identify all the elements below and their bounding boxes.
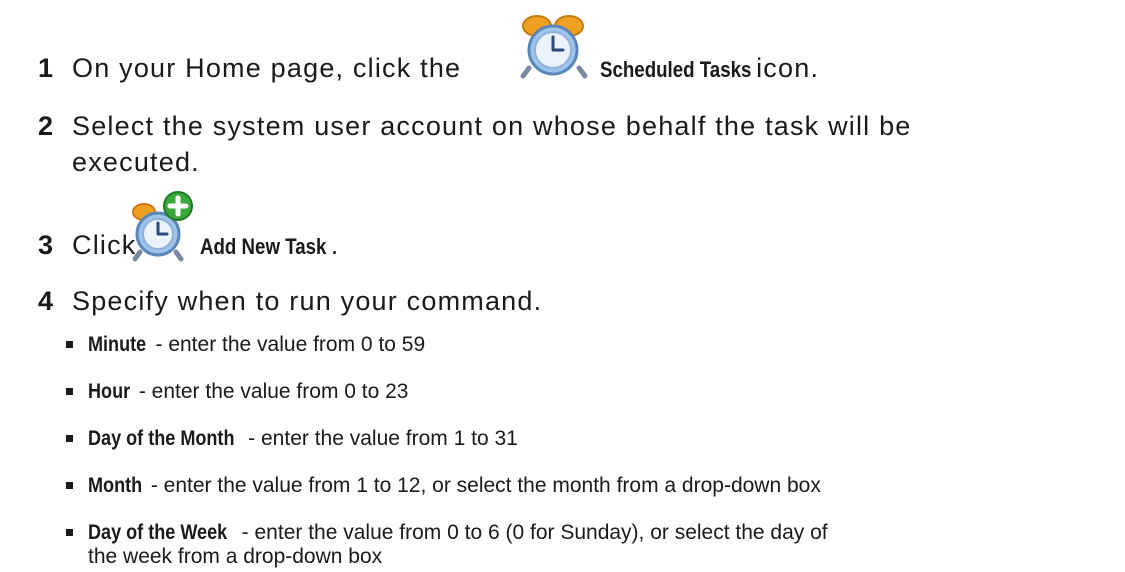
- bullet-term: Minute: [88, 333, 147, 356]
- step-1: 1 On your Home page, click the: [38, 50, 461, 86]
- bullet-day-of-week-line2: the week from a drop-down box: [88, 545, 383, 568]
- step-number: 3: [38, 230, 54, 260]
- add-new-task-label: Add New Task: [200, 234, 327, 259]
- step-3-continued: Add New Task.: [200, 227, 357, 265]
- step-3: 3 Click: [38, 227, 137, 263]
- step-4: 4 Specify when to run your command.: [38, 283, 542, 319]
- alarm-clock-icon: [520, 15, 588, 79]
- step-text-after: .: [330, 230, 340, 260]
- bullet-term: Day of the Month: [88, 427, 235, 450]
- bullet-desc: - enter the value from 0 to 23: [138, 380, 409, 403]
- step-text: Specify when to run your command.: [72, 286, 543, 316]
- bullet-minute: Minute - enter the value from 0 to 59: [66, 330, 426, 360]
- step-1-continued: Scheduled Tasks icon.: [600, 50, 841, 88]
- bullet-desc: - enter the value from 1 to 12, or selec…: [150, 474, 821, 497]
- bullet-desc: - enter the value from 1 to 31: [248, 427, 518, 450]
- bullet-term: Hour: [88, 380, 131, 403]
- bullet-marker: [66, 341, 73, 348]
- bullet-marker: [66, 529, 73, 536]
- step-number: 1: [38, 53, 54, 83]
- step-number: 4: [38, 286, 54, 316]
- step-text: Click: [72, 230, 137, 260]
- step-2: 2 Select the system user account on whose…: [38, 108, 912, 144]
- bullet-marker: [66, 482, 73, 489]
- bullet-desc: - enter the value from 0 to 6 (0 for Sun…: [241, 521, 828, 544]
- step-number: 2: [38, 111, 54, 141]
- bullet-day-of-month: Day of the Month - enter the value from …: [66, 424, 518, 454]
- step-text-after: icon.: [756, 53, 820, 83]
- bullet-term: Month: [88, 474, 143, 497]
- bullet-marker: [66, 388, 73, 395]
- alarm-clock-add-icon: [132, 191, 193, 262]
- bullet-desc: - enter the value from 0 to 59: [155, 333, 426, 356]
- bullet-hour: Hour - enter the value from 0 to 23: [66, 377, 409, 407]
- step-text: Select the system user account on whose …: [72, 111, 912, 141]
- step-2-line2: executed.: [72, 147, 200, 177]
- step-text: On your Home page, click the: [72, 53, 462, 83]
- bullet-marker: [66, 435, 73, 442]
- scheduled-tasks-label: Scheduled Tasks: [600, 57, 752, 82]
- bullet-month: Month - enter the value from 1 to 12, or…: [66, 471, 821, 501]
